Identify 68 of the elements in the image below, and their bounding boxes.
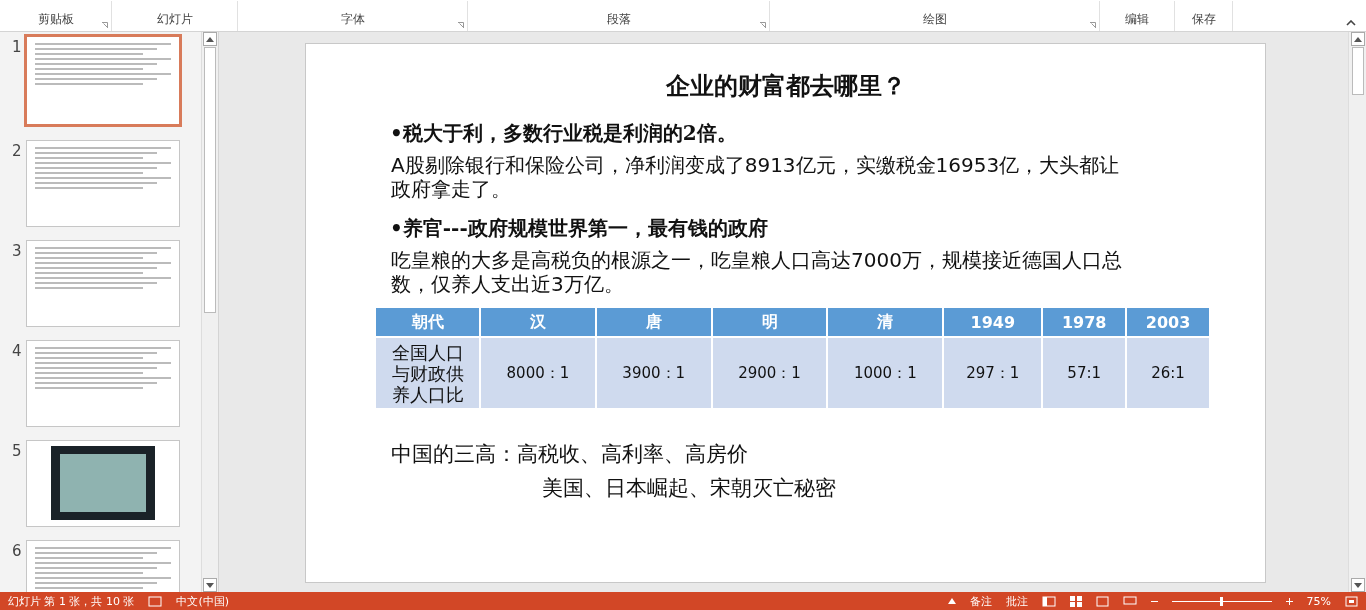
dialog-launcher-icon[interactable] [102, 22, 108, 28]
dialog-launcher-icon[interactable] [1090, 22, 1096, 28]
table-cell: 1000：1 [828, 338, 943, 408]
slide-number: 3 [11, 242, 23, 260]
reading-view-icon[interactable] [1095, 595, 1109, 607]
group-label: 编辑 [1125, 11, 1149, 28]
table-header-cell: 1949 [944, 308, 1042, 336]
slide-count-text: 幻灯片 第 1 张，共 10 张 [8, 593, 135, 609]
spellcheck-icon[interactable] [148, 595, 163, 607]
group-label: 剪贴板 [37, 11, 74, 28]
slide-thumbnail[interactable] [24, 34, 182, 127]
zoom-out-icon[interactable] [1150, 599, 1158, 603]
table-cell: 297：1 [944, 338, 1042, 408]
table-cell: 2900：1 [712, 338, 827, 408]
slide-text-line: 中国的三高：高税收、高利率、高房价 [391, 441, 749, 468]
slide-thumbnail[interactable] [26, 240, 180, 327]
dialog-launcher-icon[interactable] [458, 22, 464, 28]
scrollbar-thumb[interactable] [1351, 47, 1364, 95]
scroll-up-icon[interactable] [203, 32, 217, 46]
slide-paragraph: A股剔除银行和保险公司，净利润变成了8913亿元，实缴税金16953亿，大头都让政府拿走了。 [391, 153, 1121, 201]
scroll-down-icon[interactable] [1350, 578, 1365, 592]
table-header-cell: 2003 [1127, 308, 1209, 336]
scroll-up-icon[interactable] [1350, 32, 1365, 46]
group-label: 幻灯片 [156, 11, 193, 28]
slide-number: 4 [11, 342, 23, 360]
table-header-cell: 唐 [596, 308, 711, 336]
slide-number: 2 [11, 142, 23, 160]
slide-text-line: 美国、日本崛起、宋朝灭亡秘密 [542, 475, 837, 502]
slide-thumbnail[interactable] [26, 440, 180, 527]
bullet-point: •养官---政府规模世界第一，最有钱的政府 [390, 215, 769, 242]
slide-number: 5 [11, 442, 23, 460]
group-label: 绘图 [922, 11, 947, 28]
normal-view-icon[interactable] [1041, 595, 1056, 607]
table-cell: 3900：1 [596, 338, 711, 408]
slide-canvas[interactable] [305, 43, 1266, 583]
slider-thumb[interactable] [1220, 596, 1224, 606]
zoom-level-text[interactable]: 75% [1306, 594, 1331, 608]
table-header-cell: 明 [712, 308, 827, 336]
table-header-cell: 清 [828, 308, 943, 336]
grid-view-icon[interactable] [1069, 595, 1082, 607]
table-header-cell: 1978 [1043, 308, 1126, 336]
dialog-launcher-icon[interactable] [760, 22, 766, 28]
slide-thumbnail[interactable] [26, 140, 180, 227]
caret-up-icon[interactable] [947, 598, 956, 604]
scroll-down-icon[interactable] [203, 578, 217, 592]
table-header-cell: 朝代 [376, 308, 479, 336]
zoom-in-icon[interactable] [1285, 597, 1293, 605]
comments-button[interactable]: 批注 [1005, 593, 1028, 609]
bullet-point: •税大于利，多数行业税是利润的2倍。 [390, 120, 738, 147]
table-header-cell: 汉 [481, 308, 595, 336]
slide-number: 6 [11, 542, 23, 560]
scrollbar-thumb[interactable] [204, 47, 216, 313]
group-label: 保存 [1191, 11, 1216, 28]
group-label: 字体 [340, 11, 365, 28]
slide-thumbnail[interactable] [26, 340, 180, 427]
table-cell: 57:1 [1043, 338, 1126, 408]
table-cell: 8000：1 [481, 338, 595, 408]
group-label: 段落 [606, 11, 631, 28]
language-text[interactable]: 中文(中国) [176, 593, 230, 609]
slide-paragraph: 吃皇粮的大多是高税负的根源之一，吃皇粮人口高达7000万，规模接近德国人口总数，仅养人支出近3万亿。 [391, 248, 1123, 296]
slideshow-icon[interactable] [1122, 595, 1137, 607]
notes-button[interactable]: 备注 [969, 593, 992, 609]
slide-title: 企业的财富都去哪里？ [664, 70, 907, 102]
slide-number: 1 [11, 38, 23, 56]
table-cell: 全国人口与财政供养人口比 [376, 338, 479, 408]
table-cell: 26:1 [1127, 338, 1209, 408]
collapse-ribbon-icon[interactable] [1346, 20, 1356, 26]
fit-slide-icon[interactable] [1345, 595, 1358, 607]
